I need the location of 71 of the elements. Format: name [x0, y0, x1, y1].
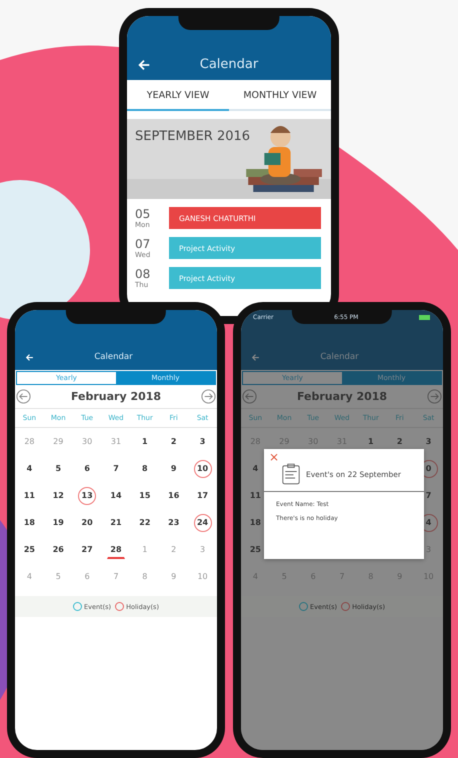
- screen-title: Calendar: [319, 352, 360, 362]
- banner-title: SEPTEMBER 2016: [135, 129, 250, 144]
- view-tab[interactable]: MONTHLY VIEW: [229, 80, 331, 111]
- calendar-day[interactable]: 6: [78, 568, 96, 586]
- calendar-day[interactable]: 17: [194, 486, 212, 504]
- calendar-day[interactable]: 9: [164, 568, 183, 586]
- calendar-day[interactable]: 5: [49, 568, 68, 586]
- calendar-day[interactable]: 15: [136, 486, 154, 504]
- month-title: February 2018: [296, 390, 388, 403]
- next-month-icon[interactable]: [201, 389, 216, 404]
- calendar-day[interactable]: 4: [20, 460, 38, 478]
- calendar-day[interactable]: 3: [420, 432, 438, 450]
- calendar-day[interactable]: 10: [194, 568, 212, 586]
- calendar-day[interactable]: 28: [20, 432, 38, 450]
- calendar-day[interactable]: 22: [136, 514, 154, 532]
- calendar-day[interactable]: 25: [246, 540, 264, 558]
- calendar-day[interactable]: 26: [49, 540, 68, 558]
- calendar-day[interactable]: 25: [20, 540, 38, 558]
- calendar-day[interactable]: 2: [164, 540, 183, 558]
- calendar-day[interactable]: 31: [106, 432, 125, 450]
- calendar-day[interactable]: 6: [78, 460, 96, 478]
- back-arrow-icon[interactable]: [137, 58, 151, 72]
- calendar-day[interactable]: 23: [164, 514, 183, 532]
- calendar-day[interactable]: 12: [49, 486, 68, 504]
- back-arrow-icon[interactable]: [251, 353, 260, 362]
- calendar-day[interactable]: 1: [136, 432, 154, 450]
- calendar-day[interactable]: 11: [20, 486, 38, 504]
- notepad-icon: [282, 463, 300, 485]
- calendar-day[interactable]: 18: [246, 514, 264, 532]
- calendar-day[interactable]: 19: [49, 514, 68, 532]
- calendar-day[interactable]: 7: [106, 460, 125, 478]
- calendar-day[interactable]: 8: [136, 460, 154, 478]
- calendar-day[interactable]: 28: [106, 540, 125, 558]
- calendar-day[interactable]: 3: [194, 540, 212, 558]
- calendar-day[interactable]: 29: [49, 432, 68, 450]
- calendar-day[interactable]: 1: [362, 432, 380, 450]
- calendar-day[interactable]: 18: [20, 514, 38, 532]
- event-day: 08: [135, 267, 157, 281]
- battery-icon: [419, 315, 431, 320]
- calendar-day[interactable]: 10: [194, 460, 212, 478]
- calendar-day[interactable]: 14: [106, 486, 125, 504]
- calendar-day[interactable]: 13: [78, 486, 96, 504]
- event-day: 07: [135, 237, 157, 251]
- calendar-day[interactable]: 4: [20, 568, 38, 586]
- calendar-day[interactable]: 27: [78, 540, 96, 558]
- screen-title: Calendar: [198, 57, 260, 72]
- calendar-day[interactable]: 7: [106, 568, 125, 586]
- calendar-day[interactable]: 21: [106, 514, 125, 532]
- calendar-day[interactable]: 16: [164, 486, 183, 504]
- calendar-day[interactable]: 9: [164, 460, 183, 478]
- screen-title: Calendar: [93, 352, 134, 362]
- calendar-day[interactable]: 2: [164, 432, 183, 450]
- calendar-day[interactable]: 30: [78, 432, 96, 450]
- event-day: 05: [135, 207, 157, 221]
- calendar-day[interactable]: 3: [194, 432, 212, 450]
- calendar-day[interactable]: 1: [136, 540, 154, 558]
- close-button[interactable]: ×: [269, 451, 280, 463]
- previous-month-icon[interactable]: [16, 389, 31, 404]
- previous-month-icon[interactable]: [242, 389, 257, 404]
- calendar-day[interactable]: 24: [194, 514, 212, 532]
- calendar-day[interactable]: 7: [420, 486, 438, 504]
- calendar-day[interactable]: 20: [78, 514, 96, 532]
- month-title: February 2018: [70, 390, 162, 403]
- calendar-day[interactable]: 2: [390, 432, 409, 450]
- back-arrow-icon[interactable]: [25, 353, 34, 362]
- next-month-icon[interactable]: [427, 389, 442, 404]
- calendar-day[interactable]: 8: [136, 568, 154, 586]
- calendar-day[interactable]: 11: [246, 486, 264, 504]
- view-tab[interactable]: YEARLY VIEW: [127, 80, 229, 111]
- calendar-day[interactable]: 5: [49, 460, 68, 478]
- calendar-day[interactable]: 4: [246, 460, 264, 478]
